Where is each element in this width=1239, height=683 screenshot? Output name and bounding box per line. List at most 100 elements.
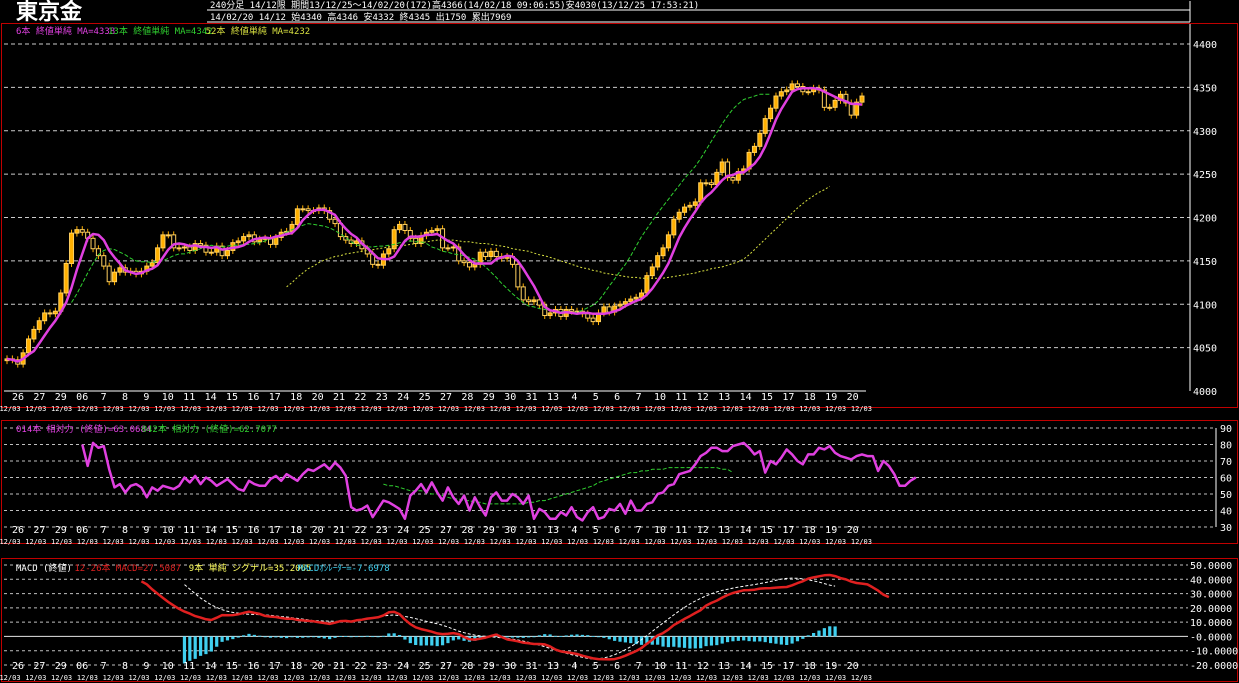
macd-tick-label: 21 bbox=[333, 661, 345, 672]
price-code-label: 12/03 bbox=[103, 405, 124, 413]
macd-code-label: 12/03 bbox=[51, 674, 72, 682]
candle-body bbox=[768, 107, 774, 120]
macd-osc-bar bbox=[414, 636, 418, 645]
candle-body bbox=[520, 286, 526, 301]
candle-body bbox=[461, 260, 467, 264]
rsi-tick-label: 12 bbox=[697, 525, 709, 536]
macd-osc-bar bbox=[532, 636, 536, 638]
macd-tick-label: 28 bbox=[461, 661, 473, 672]
candle-body bbox=[628, 298, 634, 303]
macd-code-label: 12/03 bbox=[851, 674, 872, 682]
candle-body bbox=[149, 262, 155, 267]
rsi-tick-label: 18 bbox=[804, 525, 816, 536]
macd-osc-bar bbox=[833, 626, 837, 637]
chart-title: 東京金 bbox=[16, 0, 83, 25]
macd-tick-label: 22 bbox=[354, 661, 366, 672]
rsi-code-label: 12/03 bbox=[748, 538, 769, 546]
background bbox=[0, 0, 1239, 683]
macd-osc-bar bbox=[354, 636, 359, 638]
macd-osc-bar bbox=[457, 636, 461, 640]
candle-body bbox=[671, 218, 677, 236]
rsi-tick-label: 10 bbox=[162, 525, 174, 536]
price-tick-label: 15 bbox=[761, 392, 773, 403]
price-code-label: 12/03 bbox=[748, 405, 769, 413]
rsi-y-tick: 70 bbox=[1220, 457, 1232, 468]
price-tick-label: 11 bbox=[675, 392, 687, 403]
candle-body bbox=[601, 306, 607, 314]
candle-body bbox=[692, 201, 698, 206]
macd-tick-label: 5 bbox=[593, 661, 599, 672]
candle-body bbox=[714, 171, 720, 186]
candle-body bbox=[187, 246, 193, 251]
macd-osc-bar bbox=[188, 636, 192, 661]
price-y-tick: 4100 bbox=[1193, 300, 1217, 311]
price-tick-label: 16 bbox=[247, 392, 259, 403]
rsi-code-label: 12/03 bbox=[257, 538, 278, 546]
price-tick-label: 26 bbox=[12, 392, 24, 403]
macd-tick-label: 12 bbox=[697, 661, 709, 672]
macd-osc-bar bbox=[623, 636, 627, 643]
macd-tick-label: 20 bbox=[847, 661, 859, 672]
macd-osc-bar bbox=[785, 636, 789, 645]
candle-body bbox=[703, 182, 709, 185]
price-tick-label: 8 bbox=[122, 392, 128, 403]
macd-osc-bar bbox=[763, 636, 767, 643]
candle-body bbox=[859, 95, 865, 103]
candle-body bbox=[106, 265, 112, 283]
macd-tick-label: 06 bbox=[76, 661, 88, 672]
macd-tick-label: 11 bbox=[183, 661, 195, 672]
candle-body bbox=[101, 255, 107, 267]
rsi-code-label: 12/03 bbox=[851, 538, 872, 546]
rsi-code-label: 12/03 bbox=[670, 538, 691, 546]
macd-osc-bar bbox=[204, 636, 208, 655]
macd-osc-bar bbox=[812, 633, 816, 637]
macd-tick-label: 14 bbox=[740, 661, 752, 672]
macd-y-tick: -20.0000 bbox=[1190, 661, 1238, 672]
macd-osc-bar bbox=[548, 634, 552, 637]
candle-body bbox=[112, 271, 118, 283]
candle-body bbox=[751, 145, 757, 153]
price-code-label: 12/03 bbox=[0, 405, 21, 413]
macd-osc-bar bbox=[392, 633, 396, 637]
rsi-tick-label: 13 bbox=[547, 525, 559, 536]
rsi-tick-label: 15 bbox=[226, 525, 238, 536]
rsi-tick-label: 11 bbox=[675, 525, 687, 536]
rsi-code-label: 12/03 bbox=[412, 538, 433, 546]
macd-osc-bar bbox=[349, 636, 353, 638]
macd-tick-label: 27 bbox=[440, 661, 452, 672]
macd-code-label: 12/03 bbox=[541, 674, 562, 682]
rsi-tick-label: 23 bbox=[376, 525, 388, 536]
macd-code-label: 12/03 bbox=[232, 674, 253, 682]
candle-body bbox=[300, 208, 306, 211]
price-code-label: 12/03 bbox=[644, 405, 665, 413]
macd-osc-bar bbox=[720, 636, 724, 644]
price-tick-label: 14 bbox=[205, 392, 217, 403]
candle-body bbox=[547, 312, 553, 317]
rsi-tick-label: 17 bbox=[269, 525, 281, 536]
rsi-y-tick: 40 bbox=[1220, 507, 1232, 518]
price-tick-label: 9 bbox=[143, 392, 149, 403]
macd-tick-label: 10 bbox=[654, 661, 666, 672]
price-tick-label: 29 bbox=[55, 392, 67, 403]
macd-code-label: 12/03 bbox=[77, 674, 98, 682]
rsi-tick-label: 21 bbox=[333, 525, 345, 536]
macd-tick-label: 30 bbox=[504, 661, 516, 672]
price-tick-label: 7 bbox=[101, 392, 107, 403]
price-code-label: 12/03 bbox=[283, 405, 304, 413]
macd-osc-bar bbox=[285, 636, 289, 639]
macd-tick-label: 15 bbox=[761, 661, 773, 672]
rsi-code-label: 12/03 bbox=[25, 538, 46, 546]
rsi-legend-1: 042本 相対力 (終値)=62.7077 bbox=[142, 423, 277, 435]
candle-body bbox=[79, 229, 85, 233]
candle-body bbox=[273, 236, 279, 245]
candle-body bbox=[294, 208, 300, 225]
macd-tick-label: 15 bbox=[226, 661, 238, 672]
price-code-label: 12/03 bbox=[128, 405, 149, 413]
price-y-tick: 4400 bbox=[1193, 40, 1217, 51]
candle-body bbox=[778, 91, 784, 97]
macd-y-tick: -10.0000 bbox=[1190, 647, 1238, 658]
rsi-tick-label: 27 bbox=[440, 525, 452, 536]
macd-code-label: 12/03 bbox=[103, 674, 124, 682]
macd-osc-bar bbox=[322, 636, 326, 639]
macd-code-label: 12/03 bbox=[257, 674, 278, 682]
